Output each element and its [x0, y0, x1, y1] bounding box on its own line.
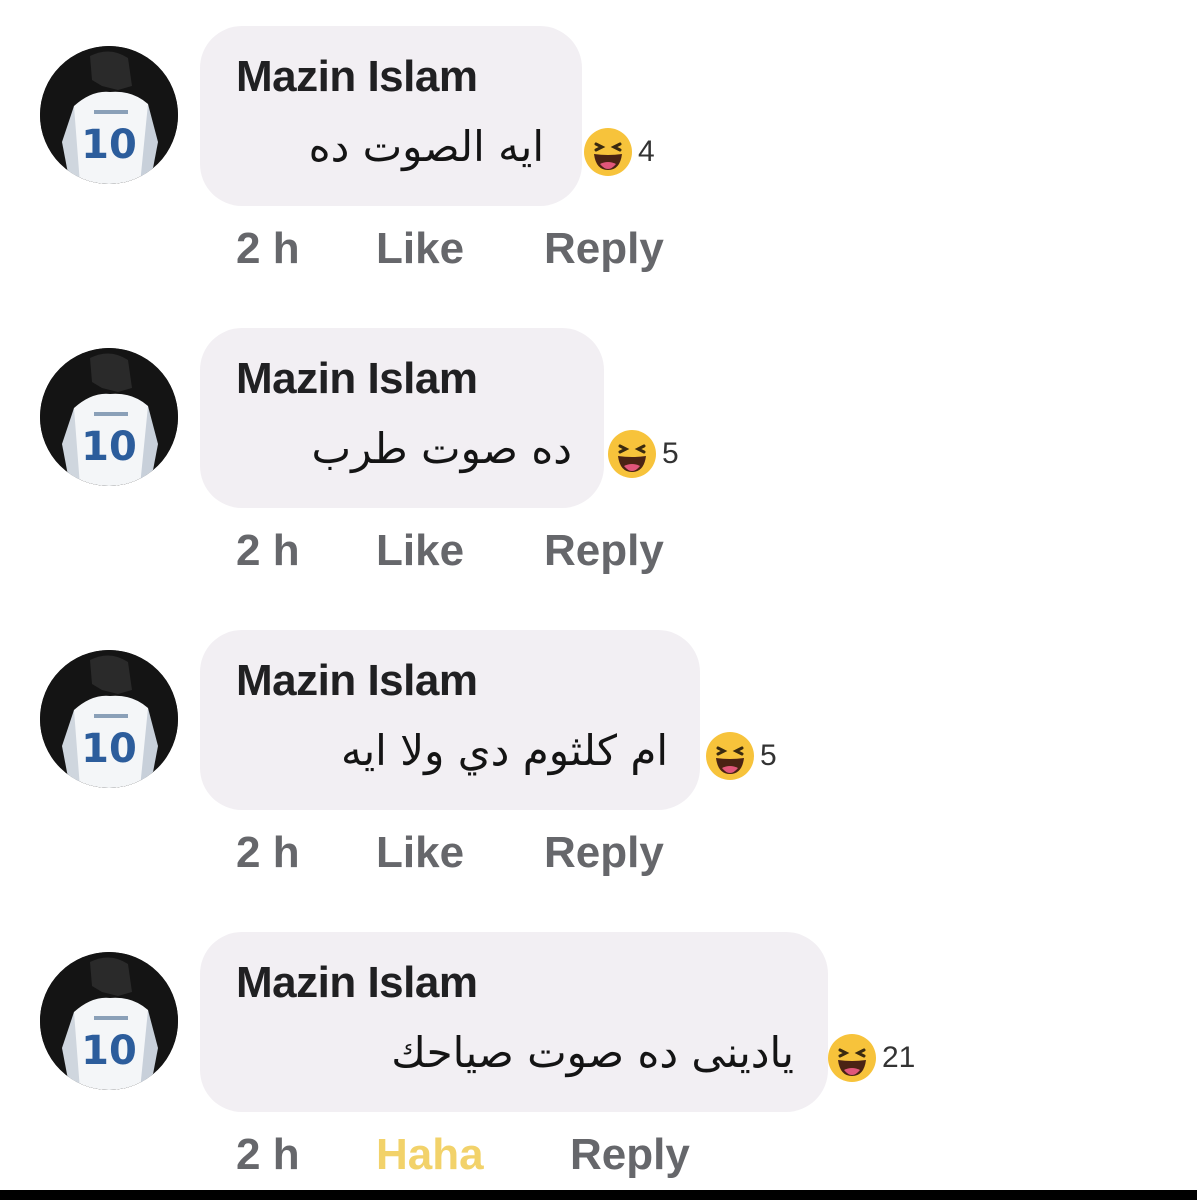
avatar-jersey-image: 10 [40, 952, 178, 1090]
avatar-jersey-image: 10 [40, 348, 178, 486]
comment-author[interactable]: Mazin Islam [236, 958, 478, 1008]
reaction-count: 4 [638, 135, 655, 168]
reply-button[interactable]: Reply [570, 1130, 690, 1180]
like-button[interactable]: Like [376, 526, 464, 576]
laughing-emoji-icon [608, 430, 656, 478]
comment-bubble: Mazin Islam ام كلثوم دي ولا ايه [200, 630, 700, 810]
comment-text: ايه الصوت ده [308, 122, 544, 171]
comment-text: ام كلثوم دي ولا ايه [340, 726, 668, 775]
avatar[interactable]: 10 [40, 650, 178, 788]
svg-text:10: 10 [81, 726, 137, 772]
laughing-emoji-icon [584, 128, 632, 176]
reaction-badge[interactable]: 5 [704, 728, 777, 784]
comment-text: ده صوت طرب [311, 424, 572, 473]
comment-bubble: Mazin Islam ده صوت طرب [200, 328, 604, 508]
svg-text:10: 10 [81, 424, 137, 470]
reaction-count: 21 [882, 1041, 916, 1074]
comment-bubble: Mazin Islam ايه الصوت ده [200, 26, 582, 206]
comment-text: يادينى ده صوت صياحك [391, 1028, 794, 1077]
svg-text:10: 10 [81, 1028, 137, 1074]
avatar-jersey-image: 10 [40, 46, 178, 184]
reaction-badge[interactable]: 4 [582, 124, 655, 180]
comment-author[interactable]: Mazin Islam [236, 52, 478, 102]
comment-timestamp[interactable]: 2 h [236, 224, 300, 274]
like-button[interactable]: Like [376, 828, 464, 878]
bottom-edge-bar [0, 1190, 1197, 1200]
comment-timestamp[interactable]: 2 h [236, 526, 300, 576]
reaction-count: 5 [662, 437, 679, 470]
reaction-badge[interactable]: 21 [826, 1030, 915, 1086]
avatar[interactable]: 10 [40, 348, 178, 486]
reaction-badge[interactable]: 5 [606, 426, 679, 482]
reply-button[interactable]: Reply [544, 224, 664, 274]
comment-author[interactable]: Mazin Islam [236, 354, 478, 404]
reply-button[interactable]: Reply [544, 828, 664, 878]
avatar-jersey-image: 10 [40, 650, 178, 788]
comment-author[interactable]: Mazin Islam [236, 656, 478, 706]
avatar[interactable]: 10 [40, 952, 178, 1090]
svg-text:10: 10 [81, 122, 137, 168]
comment-bubble: Mazin Islam يادينى ده صوت صياحك [200, 932, 828, 1112]
haha-reaction-button[interactable]: Haha [376, 1130, 484, 1180]
reaction-count: 5 [760, 739, 777, 772]
comment-timestamp[interactable]: 2 h [236, 1130, 300, 1180]
like-button[interactable]: Like [376, 224, 464, 274]
comment-timestamp[interactable]: 2 h [236, 828, 300, 878]
laughing-emoji-icon [706, 732, 754, 780]
avatar[interactable]: 10 [40, 46, 178, 184]
reply-button[interactable]: Reply [544, 526, 664, 576]
laughing-emoji-icon [828, 1034, 876, 1082]
